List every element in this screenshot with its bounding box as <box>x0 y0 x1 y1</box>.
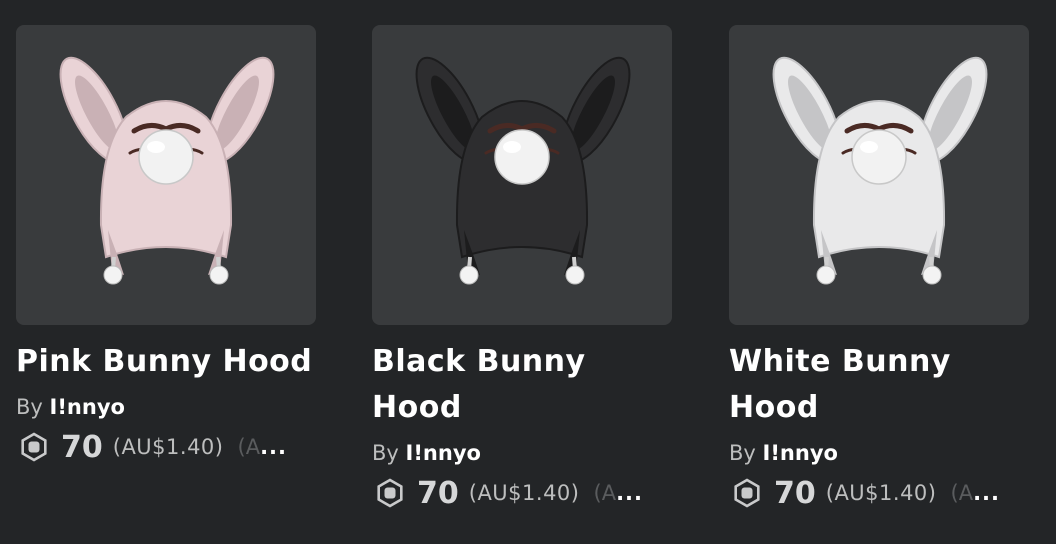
item-card-pink-bunny-hood[interactable]: Pink Bunny Hood By I!nnyo 70 (AU$1.40) (… <box>16 25 316 467</box>
item-name[interactable]: Pink Bunny Hood <box>16 339 316 385</box>
truncated-price: (A <box>237 435 261 459</box>
truncation-ellipsis: ... <box>973 481 1000 505</box>
item-card-black-bunny-hood[interactable]: Black Bunny Hood By I!nnyo 70 (AU$1.40) … <box>372 25 672 513</box>
bunny-hood-image <box>772 56 988 285</box>
by-label: By <box>16 395 43 419</box>
truncated-price: (A <box>950 481 974 505</box>
by-label: By <box>729 441 756 465</box>
robux-price: 70 <box>774 475 816 511</box>
robux-icon <box>21 432 47 462</box>
bunny-hood-image <box>59 56 275 285</box>
item-name[interactable]: White Bunny Hood <box>729 339 1029 431</box>
creator-line: By I!nnyo <box>372 437 672 469</box>
catalog-grid: Pink Bunny Hood By I!nnyo 70 (AU$1.40) (… <box>0 0 1056 544</box>
creator-line: By I!nnyo <box>729 437 1029 469</box>
creator-line: By I!nnyo <box>16 391 316 423</box>
creator-link[interactable]: I!nnyo <box>763 441 838 465</box>
robux-icon <box>734 478 760 508</box>
item-thumbnail[interactable] <box>16 25 316 325</box>
local-price: (AU$1.40) <box>112 435 224 459</box>
by-label: By <box>372 441 399 465</box>
local-price: (AU$1.40) <box>468 481 580 505</box>
creator-link[interactable]: I!nnyo <box>50 395 125 419</box>
truncation-ellipsis: ... <box>260 435 287 459</box>
robux-icon <box>377 478 403 508</box>
item-name[interactable]: Black Bunny Hood <box>372 339 672 431</box>
robux-price: 70 <box>61 429 103 465</box>
local-price: (AU$1.40) <box>825 481 937 505</box>
item-thumbnail[interactable] <box>372 25 672 325</box>
truncated-price: (A <box>593 481 617 505</box>
creator-link[interactable]: I!nnyo <box>406 441 481 465</box>
truncation-ellipsis: ... <box>616 481 643 505</box>
item-thumbnail[interactable] <box>729 25 1029 325</box>
price-line: 70 (AU$1.40) (A... <box>729 473 1029 513</box>
bunny-hood-image <box>415 56 631 285</box>
price-line: 70 (AU$1.40) (A... <box>372 473 672 513</box>
item-card-white-bunny-hood[interactable]: White Bunny Hood By I!nnyo 70 (AU$1.40) … <box>729 25 1029 513</box>
price-line: 70 (AU$1.40) (A... <box>16 427 316 467</box>
robux-price: 70 <box>417 475 459 511</box>
